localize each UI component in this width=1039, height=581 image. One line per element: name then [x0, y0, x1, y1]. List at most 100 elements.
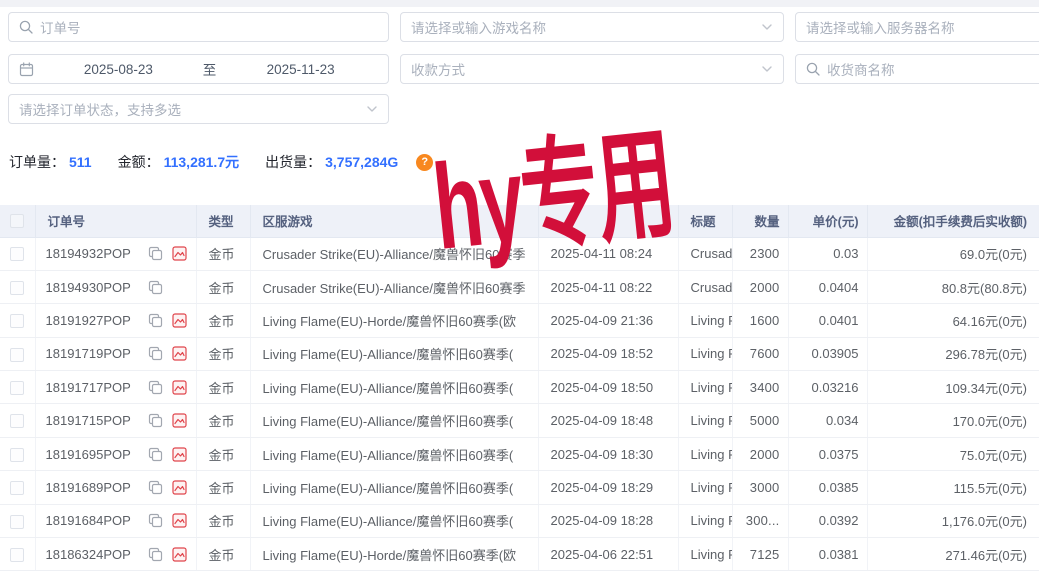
unit-price: 0.0381: [788, 538, 867, 571]
game-server: Living Flame(EU)-Alliance/魔兽怀旧60赛季(: [250, 437, 538, 470]
order-time: 2025-04-09 18:28: [538, 504, 678, 537]
order-qty: 5000: [732, 404, 788, 437]
copy-icon[interactable]: [148, 346, 163, 361]
help-question-icon[interactable]: ?: [416, 154, 433, 171]
order-number: 18191689POP: [46, 480, 139, 495]
copy-icon[interactable]: [148, 513, 163, 528]
order-time: 2025-04-11 08:22: [538, 270, 678, 303]
chevron-down-icon: [366, 103, 378, 115]
order-amount: 115.5元(0元): [867, 471, 1039, 504]
image-icon[interactable]: [172, 413, 187, 428]
order-number-input[interactable]: 订单号: [8, 12, 389, 42]
copy-icon[interactable]: [148, 547, 163, 562]
copy-icon[interactable]: [148, 380, 163, 395]
order-title: Living Fl: [678, 371, 732, 404]
order-type: 金币: [196, 371, 250, 404]
game-server: Crusader Strike(EU)-Alliance/魔兽怀旧60赛季: [250, 270, 538, 303]
image-icon[interactable]: [172, 547, 187, 562]
copy-icon[interactable]: [148, 246, 163, 261]
game-server: Living Flame(EU)-Horde/魔兽怀旧60赛季(欧: [250, 538, 538, 571]
image-icon[interactable]: [172, 480, 187, 495]
game-server: Living Flame(EU)-Horde/魔兽怀旧60赛季(欧: [250, 304, 538, 337]
order-title: Living Fl: [678, 504, 732, 537]
table-row: 18191695POP 金币 Living Flame(EU)-Alliance…: [0, 437, 1039, 470]
order-type: 金币: [196, 270, 250, 303]
date-end-value[interactable]: 2025-11-23: [223, 62, 378, 77]
col-price[interactable]: 单价(元): [788, 205, 867, 237]
order-type: 金币: [196, 437, 250, 470]
unit-price: 0.0404: [788, 270, 867, 303]
game-server: Living Flame(EU)-Alliance/魔兽怀旧60赛季(: [250, 504, 538, 537]
col-type[interactable]: 类型: [196, 205, 250, 237]
row-checkbox[interactable]: [10, 348, 24, 362]
order-amount: 109.34元(0元): [867, 371, 1039, 404]
order-status-select[interactable]: 请选择订单状态，支持多选: [8, 94, 389, 124]
col-time[interactable]: [538, 205, 678, 237]
date-range-picker[interactable]: 2025-08-23 至 2025-11-23: [8, 54, 389, 84]
order-number: 18186324POP: [46, 547, 139, 562]
merchant-name-input[interactable]: 收货商名称: [795, 54, 1039, 84]
order-time: 2025-04-06 22:51: [538, 538, 678, 571]
chevron-down-icon: [761, 21, 773, 33]
copy-icon[interactable]: [148, 280, 163, 295]
row-checkbox[interactable]: [10, 381, 24, 395]
order-qty: 2000: [732, 437, 788, 470]
image-icon[interactable]: [172, 346, 187, 361]
copy-icon[interactable]: [148, 413, 163, 428]
row-checkbox[interactable]: [10, 448, 24, 462]
order-type: 金币: [196, 504, 250, 537]
order-time: 2025-04-09 18:52: [538, 337, 678, 370]
order-qty: 7125: [732, 538, 788, 571]
row-checkbox[interactable]: [10, 548, 24, 562]
order-amount: 64.16元(0元): [867, 304, 1039, 337]
shipped-label: 出货量：: [265, 152, 321, 172]
order-amount: 69.0元(0元): [867, 237, 1039, 270]
order-number: 18194930POP: [46, 280, 139, 295]
chevron-down-icon: [761, 63, 773, 75]
copy-icon[interactable]: [148, 447, 163, 462]
image-icon[interactable]: [172, 447, 187, 462]
row-checkbox[interactable]: [10, 515, 24, 529]
col-qty[interactable]: 数量: [732, 205, 788, 237]
date-start-value[interactable]: 2025-08-23: [41, 62, 196, 77]
order-management-page: 订单号 请选择或输入游戏名称 请选择或输入服务器名称 2025-08-23 至 …: [0, 0, 1039, 581]
select-all-checkbox[interactable]: [10, 214, 24, 228]
col-order-no[interactable]: 订单号: [35, 205, 196, 237]
order-amount: 170.0元(0元): [867, 404, 1039, 437]
order-number: 18191927POP: [46, 313, 139, 328]
col-amount[interactable]: 金额(扣手续费后实收额): [867, 205, 1039, 237]
payment-method-select[interactable]: 收款方式: [400, 54, 784, 84]
game-name-select[interactable]: 请选择或输入游戏名称: [400, 12, 784, 42]
table-row: 18191717POP 金币 Living Flame(EU)-Alliance…: [0, 371, 1039, 404]
row-checkbox[interactable]: [10, 414, 24, 428]
image-icon[interactable]: [172, 513, 187, 528]
order-type: 金币: [196, 404, 250, 437]
copy-icon[interactable]: [148, 313, 163, 328]
order-amount: 271.46元(0元): [867, 538, 1039, 571]
server-name-select[interactable]: 请选择或输入服务器名称: [795, 12, 1039, 42]
row-checkbox[interactable]: [10, 247, 24, 261]
col-title[interactable]: 标题: [678, 205, 732, 237]
order-qty: 1600: [732, 304, 788, 337]
unit-price: 0.03216: [788, 371, 867, 404]
copy-icon[interactable]: [148, 480, 163, 495]
unit-price: 0.0401: [788, 304, 867, 337]
order-qty: 2300: [732, 237, 788, 270]
game-server: Living Flame(EU)-Alliance/魔兽怀旧60赛季(: [250, 471, 538, 504]
table-row: 18191715POP 金币 Living Flame(EU)-Alliance…: [0, 404, 1039, 437]
row-checkbox[interactable]: [10, 481, 24, 495]
game-server: Crusader Strike(EU)-Alliance/魔兽怀旧60赛季: [250, 237, 538, 270]
order-qty: 3000: [732, 471, 788, 504]
payment-method-placeholder: 收款方式: [411, 59, 465, 79]
order-time: 2025-04-09 18:30: [538, 437, 678, 470]
order-qty: 7600: [732, 337, 788, 370]
image-icon[interactable]: [172, 380, 187, 395]
row-checkbox[interactable]: [10, 281, 24, 295]
image-icon[interactable]: [172, 313, 187, 328]
col-game[interactable]: 区服游戏: [250, 205, 538, 237]
image-icon[interactable]: [172, 246, 187, 261]
row-checkbox[interactable]: [10, 314, 24, 328]
order-qty: 3400: [732, 371, 788, 404]
order-amount: 80.8元(80.8元): [867, 270, 1039, 303]
unit-price: 0.03: [788, 237, 867, 270]
